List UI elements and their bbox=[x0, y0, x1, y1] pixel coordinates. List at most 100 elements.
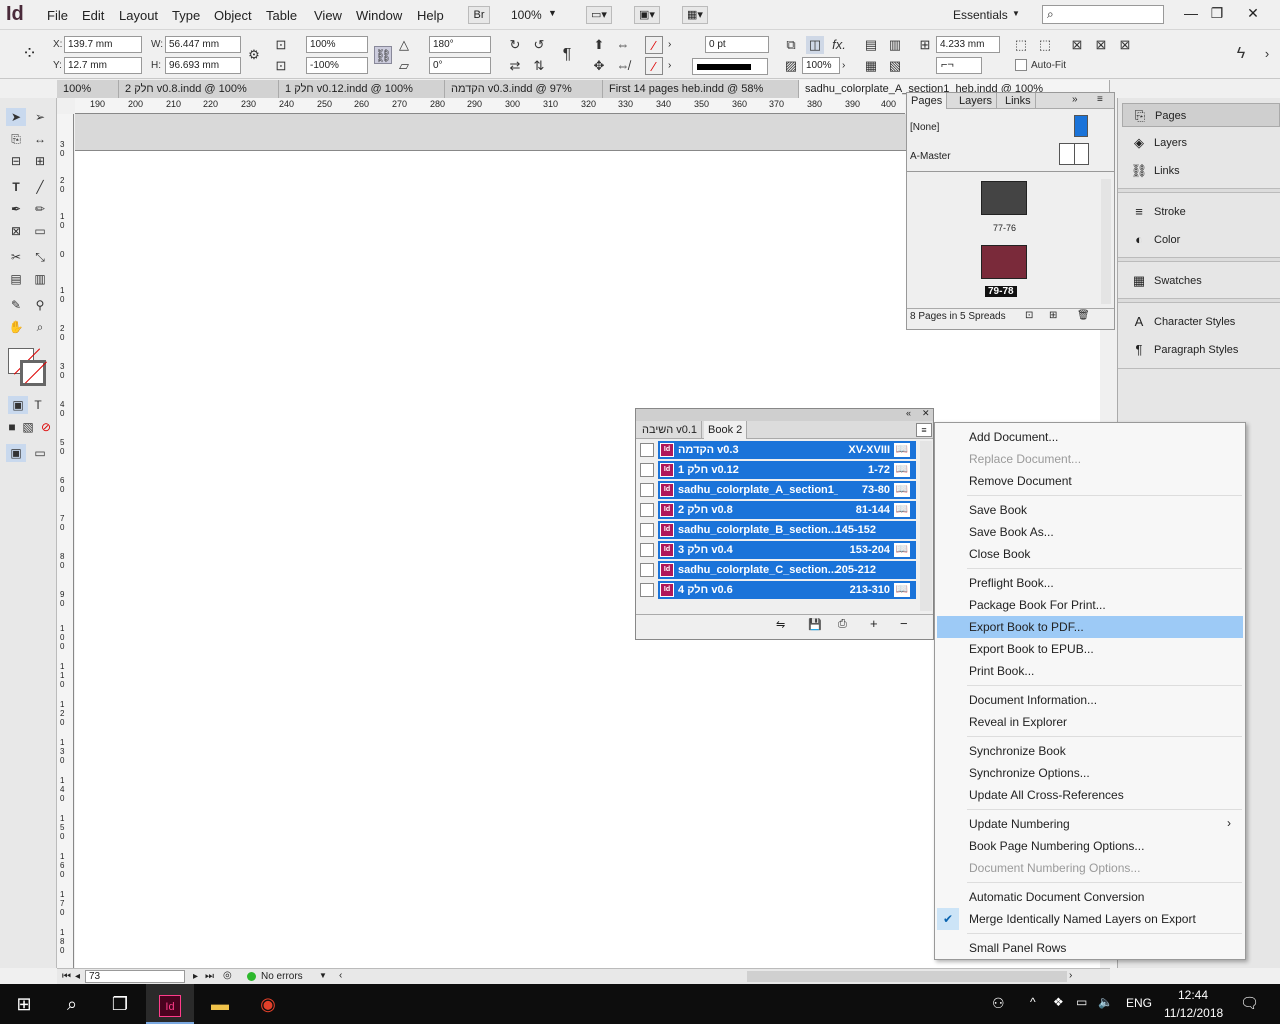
row-checkbox[interactable] bbox=[640, 463, 654, 477]
book-document-row[interactable]: Id sadhu_colorplate_B_section... 145-152 bbox=[658, 521, 916, 539]
apply-none-icon[interactable]: ⊘ bbox=[36, 418, 56, 436]
add-document-icon[interactable]: + bbox=[870, 616, 878, 631]
apply-gradient-icon[interactable]: ▧ bbox=[18, 418, 38, 436]
row-checkbox[interactable] bbox=[640, 503, 654, 517]
chevron-down-icon[interactable]: ▼ bbox=[319, 971, 327, 980]
fill-frame-icon[interactable]: ⊠ bbox=[1068, 36, 1086, 54]
menu-update-cross-references[interactable]: Update All Cross-References bbox=[969, 784, 1239, 806]
center-content-icon[interactable]: ⊠ bbox=[1092, 36, 1110, 54]
scroll-left-icon[interactable]: ‹ bbox=[339, 970, 342, 981]
dock-divider[interactable] bbox=[1118, 188, 1280, 193]
book-document-row[interactable]: Id 4 חלק v0.6 213-310 📖 bbox=[658, 581, 916, 599]
free-transform-tool-icon[interactable]: ⤡ bbox=[30, 248, 50, 266]
select-previous-icon[interactable]: ✥ bbox=[590, 57, 608, 75]
hand-tool-icon[interactable]: ✋ bbox=[6, 318, 26, 336]
next-page-icon[interactable]: ▸ bbox=[193, 971, 198, 982]
preview-mode-icon[interactable]: ▭ bbox=[30, 444, 50, 462]
preview-toggle-icon[interactable]: ◎ bbox=[223, 970, 232, 981]
windows-start-icon[interactable]: ⊞ bbox=[0, 984, 48, 1024]
gradient-swatch-tool-icon[interactable]: ▤ bbox=[6, 270, 26, 288]
menu-automatic-document-conversion[interactable]: Automatic Document Conversion bbox=[969, 886, 1239, 908]
rotate-cw-icon[interactable]: ↻ bbox=[506, 36, 524, 54]
menu-remove-document[interactable]: Remove Document bbox=[969, 470, 1239, 492]
arrange-documents-icon[interactable]: ▦▾ bbox=[682, 6, 708, 24]
menu-preflight-book[interactable]: Preflight Book... bbox=[969, 572, 1239, 594]
search-icon[interactable]: ⌕ bbox=[48, 984, 96, 1024]
text-wrap-next-icon[interactable]: ▧ bbox=[886, 57, 904, 75]
page-number-field[interactable]: 73 bbox=[85, 970, 185, 983]
menu-layout[interactable]: Layout bbox=[119, 8, 158, 23]
menu-reveal-in-explorer[interactable]: Reveal in Explorer bbox=[969, 711, 1239, 733]
select-next-icon[interactable]: ⇎ bbox=[614, 57, 632, 75]
fx-icon[interactable]: fx. bbox=[830, 36, 848, 54]
restore-icon[interactable]: ❐ bbox=[1202, 2, 1232, 26]
spread-thumb-79-78[interactable] bbox=[981, 245, 1027, 279]
menu-object[interactable]: Object bbox=[214, 8, 252, 23]
menu-export-pdf[interactable]: Export Book to PDF... bbox=[937, 616, 1243, 638]
tab-book-1[interactable]: השיבה v0.1 bbox=[638, 421, 703, 439]
fill-none-icon[interactable]: ⁄ bbox=[645, 36, 663, 54]
menu-table[interactable]: Table bbox=[266, 8, 297, 23]
fit-content-icon[interactable]: ⬚ bbox=[1036, 36, 1054, 54]
indesign-taskbar-icon[interactable]: Id bbox=[146, 984, 194, 1024]
note-tool-icon[interactable]: ✎ bbox=[6, 296, 26, 314]
people-icon[interactable]: ⚇ bbox=[992, 995, 1005, 1012]
none-master-label[interactable]: [None] bbox=[910, 122, 939, 133]
stroke-type-select[interactable] bbox=[692, 58, 768, 75]
preflight-status-text[interactable]: No errors bbox=[261, 971, 303, 982]
page-tool-icon[interactable]: ⎘ bbox=[6, 130, 26, 148]
doc-tab-5[interactable]: First 14 pages heb.indd @ 58% bbox=[603, 80, 799, 98]
shadow-icon[interactable]: ◫ bbox=[806, 36, 824, 54]
print-book-icon[interactable]: ⎙ bbox=[838, 618, 847, 631]
text-wrap-icon[interactable]: ▤ bbox=[862, 36, 880, 54]
menu-file[interactable]: File bbox=[47, 8, 68, 23]
horizontal-scrollbar[interactable] bbox=[747, 971, 1067, 982]
menu-book-page-numbering[interactable]: Book Page Numbering Options... bbox=[969, 835, 1239, 857]
quick-apply-icon[interactable]: ϟ bbox=[1232, 45, 1250, 63]
gradient-feather-tool-icon[interactable]: ▥ bbox=[30, 270, 50, 288]
bridge-button[interactable]: Br bbox=[468, 6, 490, 24]
menu-window[interactable]: Window bbox=[356, 8, 402, 23]
menu-synchronize-book[interactable]: Synchronize Book bbox=[969, 740, 1239, 762]
row-checkbox[interactable] bbox=[640, 523, 654, 537]
tab-links[interactable]: Links bbox=[1001, 93, 1036, 109]
opacity-field[interactable]: 100% bbox=[802, 57, 840, 74]
pages-scrollbar[interactable] bbox=[1101, 179, 1111, 304]
text-wrap-around-icon[interactable]: ▥ bbox=[886, 36, 904, 54]
width-field[interactable]: 56.447 mm bbox=[165, 36, 241, 53]
clock-date[interactable]: 11/12/2018 bbox=[1164, 1006, 1223, 1020]
chrome-icon[interactable]: ◉ bbox=[244, 984, 292, 1024]
notifications-icon[interactable]: 🗨 bbox=[1240, 994, 1259, 1012]
book-document-row[interactable]: Id 3 חלק v0.4 153-204 📖 bbox=[658, 541, 916, 559]
flip-horizontal-icon[interactable]: ⇄ bbox=[506, 57, 524, 75]
menu-help[interactable]: Help bbox=[417, 8, 444, 23]
type-tool-icon[interactable]: T bbox=[6, 178, 26, 196]
clock-time[interactable]: 12:44 bbox=[1178, 988, 1208, 1002]
direct-selection-tool-icon[interactable]: ➢ bbox=[30, 108, 50, 126]
first-page-icon[interactable]: ⏮ bbox=[62, 971, 71, 982]
menu-update-numbering[interactable]: Update Numbering bbox=[969, 813, 1239, 835]
network-icon[interactable]: ▭ bbox=[1076, 995, 1087, 1009]
scissors-tool-icon[interactable]: ✂ bbox=[6, 248, 26, 266]
menu-type[interactable]: Type bbox=[172, 8, 200, 23]
x-field[interactable]: 139.7 mm bbox=[64, 36, 142, 53]
remove-document-icon[interactable]: − bbox=[900, 616, 908, 631]
zoom-tool-icon[interactable]: ⌕ bbox=[30, 318, 50, 336]
chevron-down-icon[interactable]: ▼ bbox=[1012, 9, 1020, 18]
rectangle-frame-tool-icon[interactable]: ⊠ bbox=[6, 222, 26, 240]
formatting-text-icon[interactable]: T bbox=[28, 396, 48, 414]
prev-page-icon[interactable]: ◂ bbox=[75, 971, 80, 982]
menu-view[interactable]: View bbox=[314, 8, 342, 23]
search-input[interactable]: ⌕ bbox=[1042, 5, 1164, 24]
file-explorer-icon[interactable]: ▬ bbox=[196, 984, 244, 1024]
menu-document-information[interactable]: Document Information... bbox=[969, 689, 1239, 711]
dock-divider[interactable] bbox=[1118, 298, 1280, 303]
menu-save-book[interactable]: Save Book bbox=[969, 499, 1239, 521]
a-master-thumb[interactable] bbox=[1059, 143, 1089, 165]
dock-layers[interactable]: ◈ Layers bbox=[1122, 131, 1280, 155]
dock-stroke[interactable]: ≡ Stroke bbox=[1122, 200, 1280, 224]
book-scrollbar[interactable] bbox=[920, 441, 932, 611]
menu-print-book[interactable]: Print Book... bbox=[969, 660, 1239, 682]
fit-frame-icon[interactable]: ⬚ bbox=[1012, 36, 1030, 54]
constrain-proportions-icon[interactable]: ⚙ bbox=[245, 46, 263, 64]
